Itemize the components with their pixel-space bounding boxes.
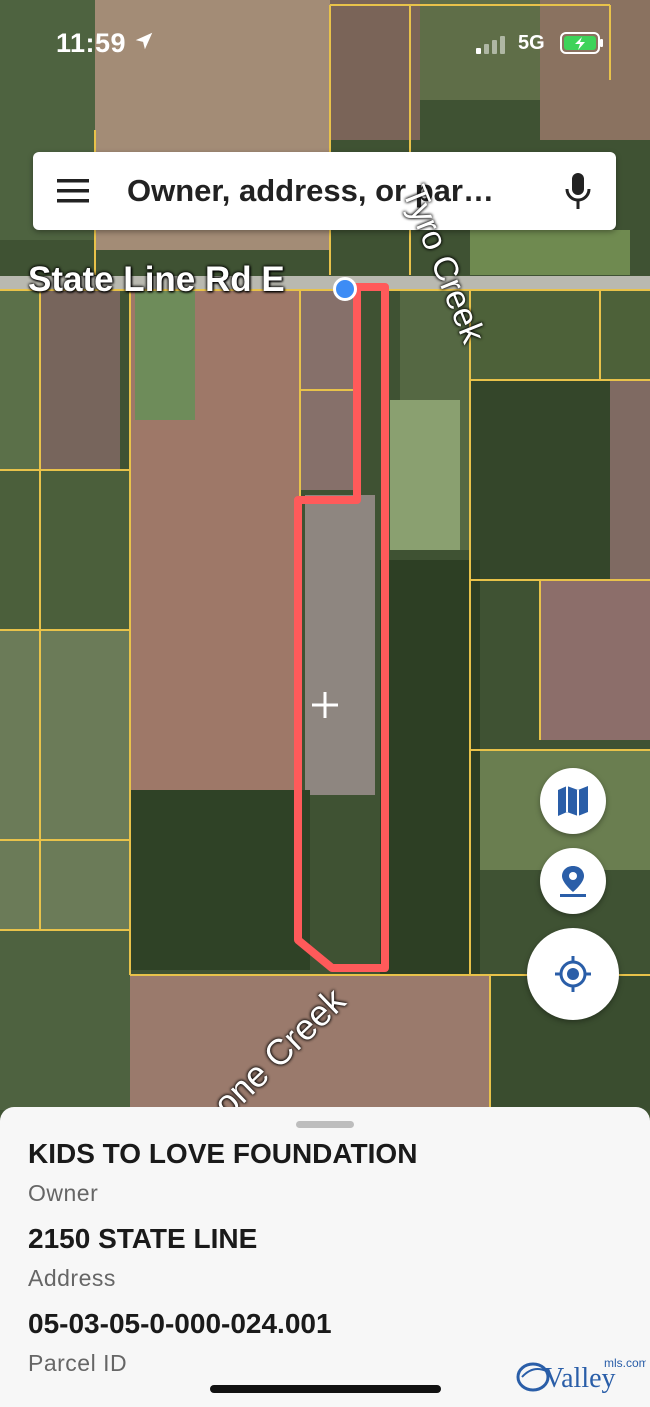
parcel-info-sheet[interactable]: KIDS TO LOVE FOUNDATION Owner 2150 STATE… [0,1107,650,1407]
menu-icon[interactable] [57,178,89,204]
current-location-dot [333,277,357,301]
owner-label: Owner [28,1180,99,1206]
status-bar: 11:59 5G [0,0,650,90]
valley-mls-watermark-logo: Valley mls.com [516,1356,646,1394]
sheet-grabber[interactable] [296,1121,354,1128]
my-location-button[interactable] [527,928,619,1020]
search-bar [33,152,616,230]
network-type: 5G [518,32,545,54]
address-value: 2150 STATE LINE [28,1223,258,1254]
owner-value: KIDS TO LOVE FOUNDATION [28,1138,418,1169]
mic-icon[interactable] [563,172,593,210]
road-label: State Line Rd E [28,260,285,299]
parcel-id-value: 05-03-05-0-000-024.001 [28,1308,332,1339]
marker-icon [560,866,586,897]
crosshair-icon [312,692,338,718]
map-layers-icon [558,786,588,816]
search-input[interactable] [127,168,557,214]
status-time: 11:59 [56,28,127,58]
watermark-text-small: mls.com [604,1356,646,1370]
signal-icon [476,36,505,54]
drop-marker-button[interactable] [540,848,606,914]
map-layers-button[interactable] [540,768,606,834]
address-label: Address [28,1265,116,1291]
parcel-id-label: Parcel ID [28,1350,128,1376]
battery-charging-icon [560,32,603,54]
location-arrow-icon [135,32,153,50]
my-location-icon [555,956,591,992]
home-indicator [210,1385,441,1393]
